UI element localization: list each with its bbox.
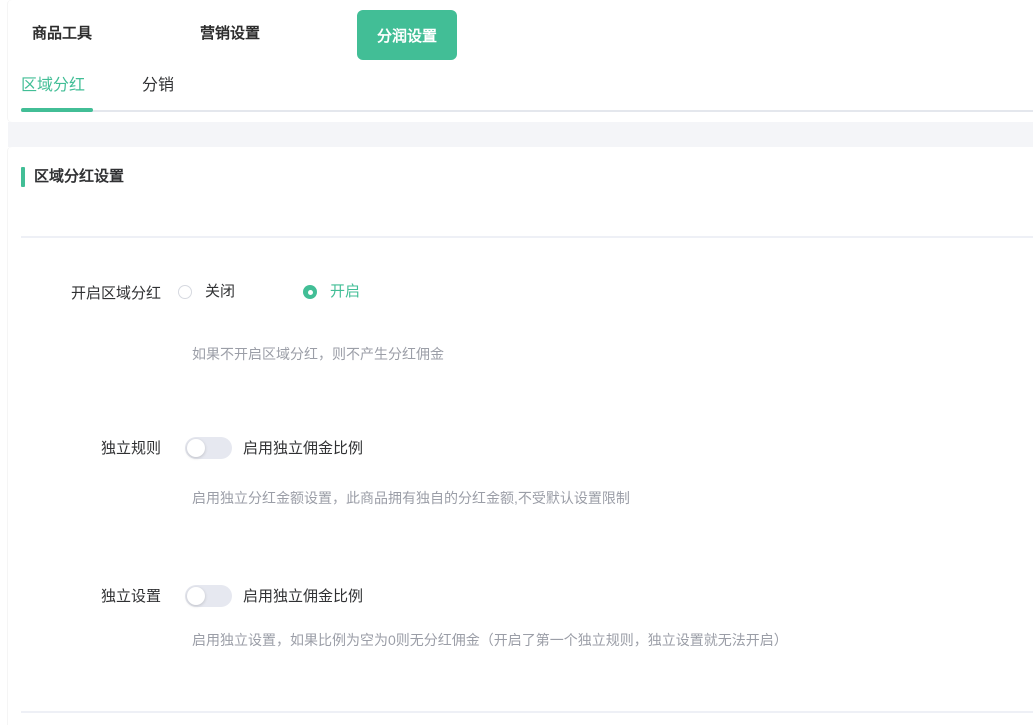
form-label-independent-setting: 独立设置: [8, 588, 161, 606]
subtab-regional-dividend[interactable]: 区域分红: [21, 77, 85, 95]
switch-label-independent-rule: 启用独立佣金比例: [243, 440, 363, 458]
section-divider: [21, 236, 1033, 238]
switch-independent-rule[interactable]: [185, 437, 232, 459]
help-text-independent-setting: 启用独立设置，如果比例为空为0则无分红佣金（开启了第一个独立规则，独立设置就无法…: [192, 632, 788, 648]
tabs-divider: [21, 110, 1033, 112]
tab-marketing-settings[interactable]: 营销设置: [200, 25, 260, 42]
section-title: 区域分红设置: [34, 167, 124, 187]
switch-knob-icon: [187, 439, 205, 457]
tab-profit-settings[interactable]: 分润设置: [357, 10, 457, 60]
switch-label-independent-setting: 启用独立佣金比例: [243, 588, 363, 606]
form-label-enable-regional-dividend: 开启区域分红: [8, 285, 161, 303]
radio-checked-icon[interactable]: [303, 285, 317, 299]
top-tab-bar: 商品工具 营销设置 分润设置 区域分红 分销: [8, 0, 1033, 122]
page: 商品工具 营销设置 分润设置 区域分红 分销 区域分红设置 开启区域分红 关闭 …: [0, 0, 1033, 725]
page-background-band: [8, 122, 1033, 147]
switch-independent-setting[interactable]: [185, 585, 232, 607]
subtab-distribution[interactable]: 分销: [142, 77, 174, 95]
help-text-independent-rule: 启用独立分红金额设置，此商品拥有独自的分红金额,不受默认设置限制: [192, 490, 630, 506]
bottom-divider: [21, 711, 1033, 713]
tab-product-tools[interactable]: 商品工具: [32, 25, 92, 42]
radio-off-label[interactable]: 关闭: [205, 283, 235, 301]
section-accent-bar: [21, 167, 25, 187]
radio-on-label[interactable]: 开启: [330, 283, 360, 301]
form-label-independent-rule: 独立规则: [8, 440, 161, 458]
help-text-regional-dividend: 如果不开启区域分红，则不产生分红佣金: [192, 346, 444, 362]
settings-card: 区域分红设置 开启区域分红 关闭 开启 如果不开启区域分红，则不产生分红佣金 独…: [8, 147, 1033, 725]
radio-option-on[interactable]: 开启: [303, 283, 360, 301]
radio-option-off[interactable]: 关闭: [178, 283, 235, 301]
active-tab-underline: [21, 108, 93, 112]
switch-knob-icon: [187, 587, 205, 605]
radio-unchecked-icon[interactable]: [178, 285, 192, 299]
